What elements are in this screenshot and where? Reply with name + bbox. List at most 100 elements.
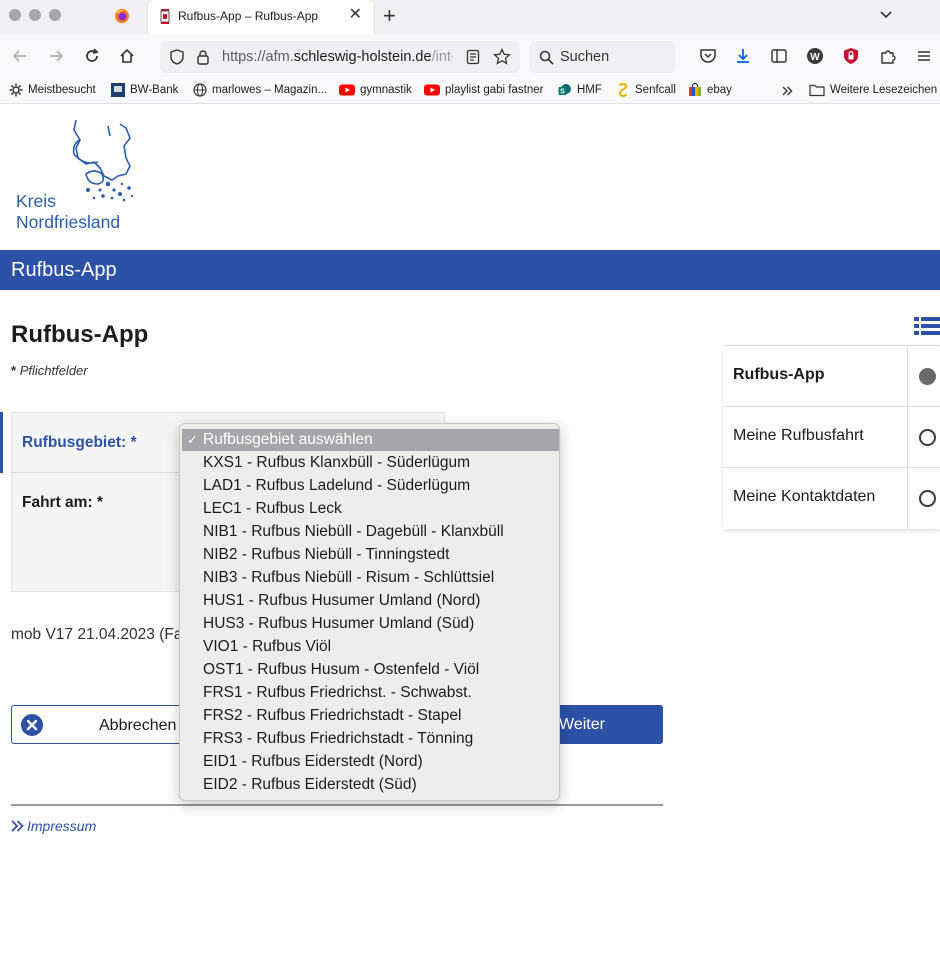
bookmark-bw-bank[interactable]: BW-Bank [111,83,178,97]
bw-bank-icon [111,83,125,97]
checkmark-icon: ✓ [187,432,198,447]
side-navigation: Rufbus-App Meine Rufbusfahrt Meine Konta… [723,345,940,529]
dropdown-option-label: VIO1 - Rufbus Viöl [203,638,332,655]
impressum-link[interactable]: Impressum [11,818,96,834]
new-tab-icon[interactable]: + [383,4,396,28]
dropdown-option-label: HUS1 - Rufbus Husumer Umland (Nord) [203,592,481,609]
dropdown-option[interactable]: LEC1 - Rufbus Leck [182,498,559,520]
search-placeholder: Suchen [560,49,610,65]
shopping-bag-icon [689,83,701,96]
bookmark-marlowes[interactable]: marlowes – Magazin... [193,83,327,97]
search-icon [539,50,554,65]
bookmark-weitere-lesezeichen[interactable]: Weitere Lesezeichen [809,83,937,97]
forward-arrow-icon[interactable] [47,47,65,65]
url-text[interactable]: https://afm.schleswig-holstein.de/inte [222,49,452,65]
sidebar-icon[interactable] [770,47,788,65]
close-tab-icon[interactable]: ✕ [349,7,362,23]
search-bar[interactable]: Suchen [530,41,675,73]
dropdown-option-label: NIB1 - Rufbus Niebüll - Dagebüll - Klanx… [203,523,504,540]
chevron-down-icon[interactable] [878,6,894,22]
dropdown-option[interactable]: FRS2 - Rufbus Friedrichstadt - Stapel [182,705,559,727]
pocket-icon[interactable] [699,47,717,65]
menu-icon[interactable] [915,47,933,65]
active-field-indicator [0,412,3,473]
window-minimize-button[interactable] [29,9,41,21]
required-text: Pflichtfelder [19,363,88,378]
dropdown-option[interactable]: FRS3 - Rufbus Friedrichstadt - Tönning [182,728,559,750]
dropdown-option-label: NIB2 - Rufbus Niebüll - Tinningstedt [203,546,450,563]
folder-icon [809,84,825,97]
dropdown-option[interactable]: KXS1 - Rufbus Klanxbüll - Süderlügum [182,452,559,474]
dropdown-option[interactable]: HUS1 - Rufbus Husumer Umland (Nord) [182,590,559,612]
sharepoint-icon: S [558,84,571,96]
reload-icon[interactable] [83,47,101,65]
logo-text-nordfriesland: Nordfriesland [16,212,121,232]
browser-tab-bar: Rufbus-App – Rufbus-App ✕ + [0,0,940,34]
bookmark-meistbesucht[interactable]: Meistbesucht [9,83,96,97]
sidenav-item-rufbus-app[interactable]: Rufbus-App [723,345,940,407]
dropdown-option[interactable]: HUS3 - Rufbus Husumer Umland (Süd) [182,613,559,635]
dropdown-option-selected[interactable]: ✓ Rufbusgebiet auswählen [182,429,559,451]
dropdown-option[interactable]: LAD1 - Rufbus Ladelund - Süderlügum [182,475,559,497]
bookmark-label: HMF [577,84,602,96]
dropdown-option-label: KXS1 - Rufbus Klanxbüll - Süderlügum [203,454,471,471]
footer-divider [11,804,663,806]
sidenav-item-meine-kontaktdaten[interactable]: Meine Kontaktdaten [723,467,940,529]
cancel-button[interactable]: Abbrechen [11,705,201,744]
dropdown-option-label: EID2 - Rufbus Eiderstedt (Süd) [203,776,417,793]
bookmark-label: Senfcall [635,84,676,96]
dropdown-option[interactable]: EID2 - Rufbus Eiderstedt (Süd) [182,774,559,796]
bookmark-playlist[interactable]: playlist gabi fastner [424,83,543,97]
home-icon[interactable] [118,47,136,65]
window-zoom-button[interactable] [49,9,61,21]
url-prefix: https://afm. [222,49,294,65]
reader-view-icon[interactable] [466,49,480,65]
dropdown-option-label: HUS3 - Rufbus Husumer Umland (Süd) [203,615,475,632]
wordpress-extension-icon[interactable]: W [806,47,824,65]
bookmark-label: Meistbesucht [28,84,96,96]
dropdown-option[interactable]: FRS1 - Rufbus Friedrichst. - Schwabst. [182,682,559,704]
bookmark-label: marlowes – Magazin... [212,84,328,96]
lock-icon[interactable] [196,49,210,65]
dropdown-option[interactable]: VIO1 - Rufbus Viöl [182,636,559,658]
bookmark-label: playlist gabi fastner [445,84,544,96]
logo-text-kreis: Kreis [16,191,56,211]
bookmark-hmf[interactable]: S HMF [558,83,602,97]
firefox-icon[interactable] [114,8,130,24]
dropdown-option[interactable]: NIB2 - Rufbus Niebüll - Tinningstedt [182,544,559,566]
dropdown-option[interactable]: OST1 - Rufbus Husum - Ostenfeld - Viöl [182,659,559,681]
tab-rufbus-app[interactable]: Rufbus-App – Rufbus-App ✕ [148,0,374,34]
youtube-icon [424,84,440,96]
sidenav-item-meine-rufbusfahrt[interactable]: Meine Rufbusfahrt [723,406,940,468]
shield-icon[interactable] [169,49,185,65]
download-icon[interactable] [734,47,752,65]
sidenav-divider [907,346,908,407]
bookmark-senfcall[interactable]: Senfcall [616,83,676,97]
ublock-icon[interactable] [842,47,860,65]
dropdown-option[interactable]: NIB3 - Rufbus Niebüll - Risum - Schlütts… [182,567,559,589]
dropdown-option[interactable]: EID1 - Rufbus Eiderstedt (Nord) [182,751,559,773]
url-bar[interactable]: https://afm.schleswig-holstein.de/inte [160,41,520,73]
app-header-bar: Rufbus-App [0,250,940,290]
sidenav-divider [907,468,908,529]
back-arrow-icon[interactable] [11,47,29,65]
tab-title: Rufbus-App – Rufbus-App [178,9,319,23]
fahrt-am-label: Fahrt am: * [22,494,103,511]
logo-text: Kreis Nordfriesland [16,191,120,233]
double-chevron-right-icon[interactable] [780,84,794,98]
bookmark-gymnastik[interactable]: gymnastik [339,83,412,97]
dropdown-option-label: FRS2 - Rufbus Friedrichstadt - Stapel [203,707,462,724]
url-domain: schleswig-holstein.de [293,49,432,65]
extensions-puzzle-icon[interactable] [879,47,897,65]
dropdown-option[interactable]: NIB1 - Rufbus Niebüll - Dagebüll - Klanx… [182,521,559,543]
window-close-button[interactable] [9,9,21,21]
cancel-button-label: Abbrechen [99,717,177,734]
rufbusgebiet-dropdown-list[interactable]: ✓ Rufbusgebiet auswählen KXS1 - Rufbus K… [179,423,560,801]
app-header-title: Rufbus-App [11,259,117,281]
double-chevron-right-icon [11,820,24,832]
bookmark-ebay[interactable]: ebay [688,83,732,97]
next-button-label: Weiter [559,716,605,733]
globe-icon [193,83,207,97]
required-star: * [11,363,17,378]
star-bookmark-icon[interactable] [493,48,511,66]
